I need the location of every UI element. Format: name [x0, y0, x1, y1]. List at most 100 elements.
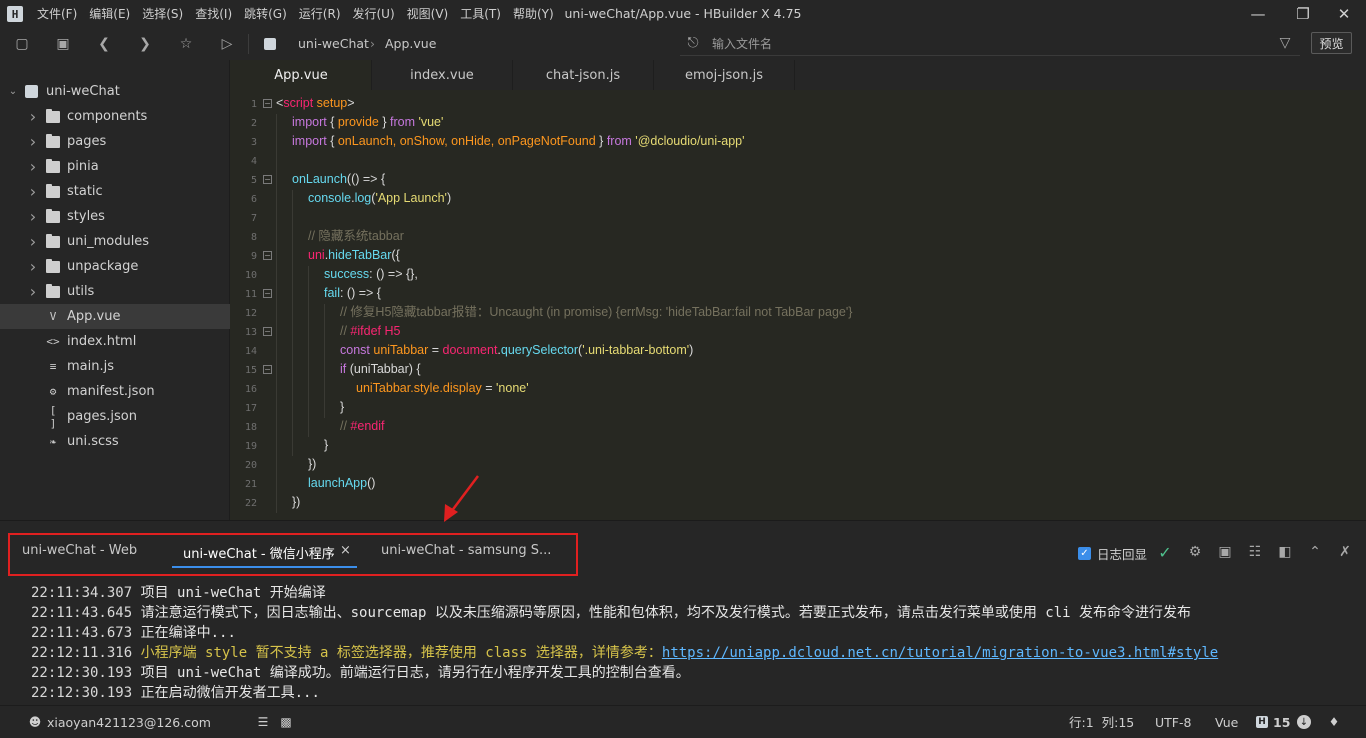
migration-docs-link[interactable]: https://uniapp.dcloud.net.cn/tutorial/mi…: [662, 645, 1218, 661]
file-encoding[interactable]: UTF-8: [1155, 706, 1191, 738]
fold-toggle-icon[interactable]: −: [263, 289, 272, 298]
line-number-gutter: 1−2 3 4 5−6 7 8 9−10 11−12 13−14 15−16 17 18 19 20 21 2…: [231, 90, 275, 520]
code-line-16: uniTabbar.style.display = 'none': [356, 381, 529, 395]
minimize-icon[interactable]: —: [1238, 0, 1278, 28]
collapse-arrow-icon[interactable]: ›: [28, 132, 38, 151]
annotation-highlight-box: [8, 533, 578, 576]
user-account[interactable]: xiaoyan421123@126.com: [47, 706, 211, 738]
menu-run[interactable]: 运行(R): [293, 0, 347, 28]
folder-item[interactable]: › pinia: [0, 154, 230, 179]
line-number: 19: [244, 441, 257, 452]
code-line-21: launchApp(): [308, 476, 376, 490]
file-item[interactable]: <> index.html: [0, 329, 230, 354]
line-number: 10: [244, 270, 257, 281]
new-file-icon[interactable]: ▢: [11, 34, 33, 54]
tab-app-vue[interactable]: App.vue: [231, 60, 372, 90]
hbuilder-notification-icon[interactable]: H: [1256, 716, 1268, 728]
collapse-arrow-icon[interactable]: ›: [28, 257, 38, 276]
breadcrumb-project[interactable]: uni-weChat: [298, 28, 369, 60]
file-item[interactable]: V App.vue: [0, 304, 230, 329]
back-arrow-icon[interactable]: ❮: [93, 34, 115, 54]
file-search-input[interactable]: [712, 34, 1252, 54]
tab-emoj-json-js[interactable]: emoj-json.js: [654, 60, 795, 90]
list-icon[interactable]: ☰: [256, 715, 270, 729]
log-echo-toggle[interactable]: ✓ 日志回显: [1078, 543, 1147, 563]
line-number: 1: [250, 99, 257, 110]
folder-item[interactable]: › styles: [0, 204, 230, 229]
code-line-1: <script setup>: [276, 96, 355, 110]
language-mode[interactable]: Vue: [1215, 706, 1238, 738]
tab-chat-json-js[interactable]: chat-json.js: [513, 60, 654, 90]
file-item[interactable]: ⚙ manifest.json: [0, 379, 230, 404]
collapse-arrow-icon[interactable]: ›: [28, 282, 38, 301]
project-root[interactable]: ⌄ uni-weChat: [0, 79, 230, 104]
menu-select[interactable]: 选择(S): [136, 0, 189, 28]
line-number: 4: [250, 156, 257, 167]
folder-item[interactable]: › uni_modules: [0, 229, 230, 254]
preview-button[interactable]: 预览: [1311, 32, 1352, 54]
save-icon[interactable]: ▣: [52, 34, 74, 54]
editor-tabs: App.vue index.vue chat-json.js emoj-json…: [231, 60, 1366, 90]
menu-file[interactable]: 文件(F): [31, 0, 83, 28]
file-item[interactable]: ❧ uni.scss: [0, 429, 230, 454]
breadcrumb-file[interactable]: App.vue: [385, 28, 436, 60]
console-panel: uni-weChat - Web uni-weChat - 微信小程序 × un…: [0, 520, 1366, 705]
open-external-icon[interactable]: ◧: [1274, 542, 1296, 562]
collapse-up-icon[interactable]: ⌃: [1304, 542, 1326, 562]
code-line-10: success: () => {},: [324, 267, 418, 281]
folder-item[interactable]: › pages: [0, 129, 230, 154]
menu-publish[interactable]: 发行(U): [347, 0, 401, 28]
filter-icon[interactable]: ▽: [1274, 33, 1296, 53]
vue-devtools-icon[interactable]: ✓: [1154, 542, 1176, 562]
menu-help[interactable]: 帮助(Y): [507, 0, 560, 28]
menu-view[interactable]: 视图(V): [401, 0, 455, 28]
terminal-icon[interactable]: ▩: [279, 715, 293, 729]
cursor-position[interactable]: 行:1 列:15: [1069, 706, 1134, 738]
menu-goto[interactable]: 跳转(G): [238, 0, 293, 28]
notification-count[interactable]: 15: [1273, 706, 1290, 738]
tab-index-vue[interactable]: index.vue: [372, 60, 513, 90]
collapse-arrow-icon[interactable]: ›: [28, 107, 38, 126]
expand-arrow-icon[interactable]: ⌄: [8, 86, 18, 97]
fold-toggle-icon[interactable]: −: [263, 175, 272, 184]
restart-icon[interactable]: ⚙: [1184, 542, 1206, 562]
close-window-icon[interactable]: ✕: [1324, 0, 1364, 28]
folder-item[interactable]: › unpackage: [0, 254, 230, 279]
folder-item[interactable]: › components: [0, 104, 230, 129]
collapse-arrow-icon[interactable]: ›: [28, 207, 38, 226]
folder-item[interactable]: › static: [0, 179, 230, 204]
file-item[interactable]: ≡ main.js: [0, 354, 230, 379]
fold-toggle-icon[interactable]: −: [263, 99, 272, 108]
run-icon[interactable]: ▷: [216, 34, 238, 54]
log-line: 22:11:43.645 请注意运行模式下，因日志输出、sourcemap 以及…: [31, 605, 1192, 621]
collapse-arrow-icon[interactable]: ›: [28, 182, 38, 201]
maximize-icon[interactable]: ❐: [1283, 0, 1323, 28]
fold-toggle-icon[interactable]: −: [263, 327, 272, 336]
forward-arrow-icon[interactable]: ❯: [134, 34, 156, 54]
stop-icon[interactable]: ▣: [1214, 542, 1236, 562]
user-avatar-icon[interactable]: ☻: [28, 715, 42, 729]
bell-icon[interactable]: ♦: [1327, 715, 1341, 729]
project-name: uni-weChat: [46, 84, 120, 99]
log-echo-checkbox[interactable]: ✓: [1078, 546, 1091, 560]
clear-console-icon[interactable]: ✗: [1334, 542, 1356, 562]
folder-icon: [46, 209, 60, 223]
menu-tools[interactable]: 工具(T): [454, 0, 507, 28]
search-log-icon[interactable]: ☷: [1244, 542, 1266, 562]
menu-edit[interactable]: 编辑(E): [83, 0, 136, 28]
file-search-icon: ⎋: [687, 35, 699, 51]
folder-item[interactable]: › utils: [0, 279, 230, 304]
collapse-arrow-icon[interactable]: ›: [28, 157, 38, 176]
tree-item-label: pages.json: [67, 409, 137, 424]
status-bar: ☻ xiaoyan421123@126.com ☰ ▩ 行:1 列:15 UTF…: [0, 705, 1366, 738]
fold-toggle-icon[interactable]: −: [263, 251, 272, 260]
code-line-12: // 修复H5隐藏tabbar报错：Uncaught (in promise) …: [340, 305, 853, 319]
collapse-arrow-icon[interactable]: ›: [28, 232, 38, 251]
bookmark-star-icon[interactable]: ☆: [175, 34, 197, 54]
code-line-13: // #ifdef H5: [340, 324, 401, 338]
code-editor[interactable]: 1−2 3 4 5−6 7 8 9−10 11−12 13−14 15−16 17 18 19 20 21 2…: [231, 90, 1366, 520]
download-icon[interactable]: ↓: [1297, 715, 1311, 729]
fold-toggle-icon[interactable]: −: [263, 365, 272, 374]
file-item[interactable]: [ ] pages.json: [0, 404, 230, 430]
menu-find[interactable]: 查找(I): [189, 0, 238, 28]
